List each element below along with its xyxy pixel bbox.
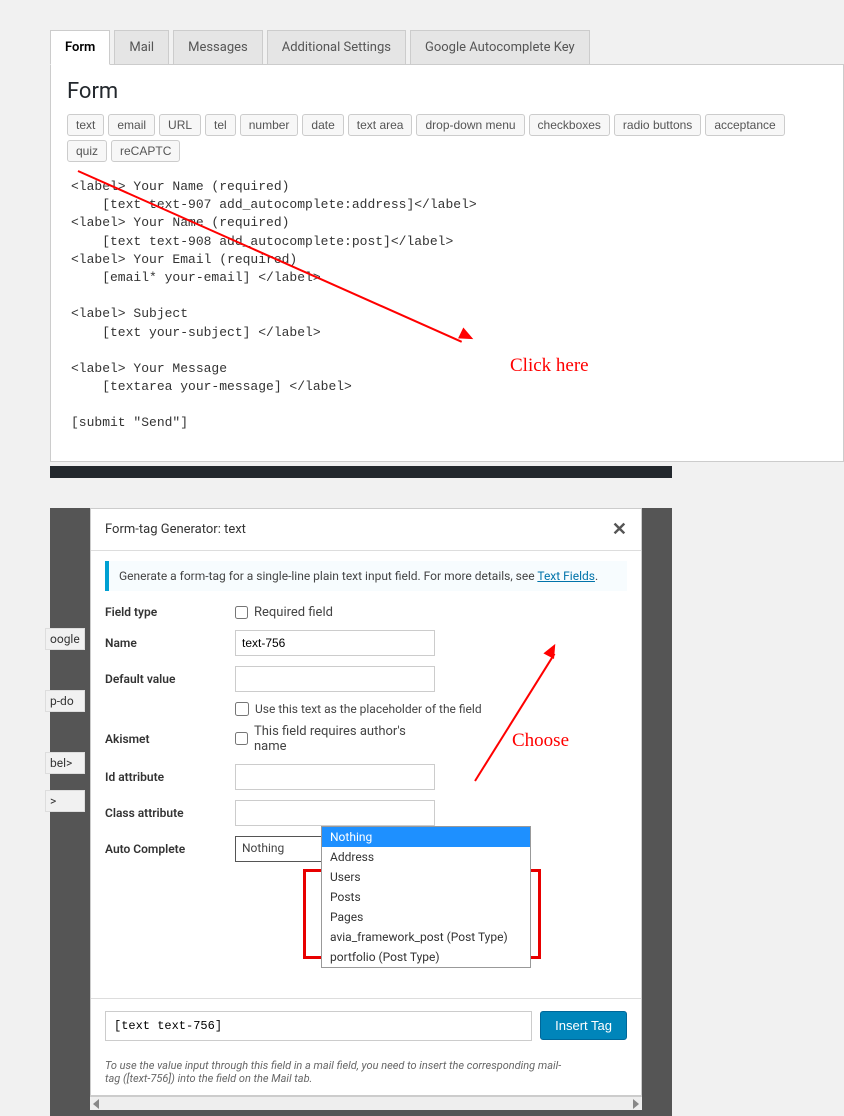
modal-body: Generate a form-tag for a single-line pl… — [91, 561, 641, 878]
panel-title: Form — [67, 79, 827, 104]
dropdown-option-posts[interactable]: Posts — [322, 887, 530, 907]
tab-mail[interactable]: Mail — [114, 30, 169, 64]
form-panel: Form text email URL tel number date text… — [50, 65, 844, 462]
dropdown-option-pages[interactable]: Pages — [322, 907, 530, 927]
placeholder-checkbox[interactable] — [235, 702, 249, 716]
text-fields-link[interactable]: Text Fields — [537, 569, 595, 583]
tag-generator-row: text email URL tel number date text area… — [67, 114, 827, 162]
info-text: Generate a form-tag for a single-line pl… — [119, 569, 537, 583]
form-tag-generator-modal: Form-tag Generator: text ✕ Generate a fo… — [90, 508, 642, 1096]
fragment: > — [45, 790, 85, 812]
id-attr-label: Id attribute — [105, 770, 235, 784]
modal-backdrop: oogle p-do bel> > Form-tag Generator: te… — [50, 508, 672, 1116]
tag-btn-email[interactable]: email — [108, 114, 155, 136]
tag-btn-quiz[interactable]: quiz — [67, 140, 107, 162]
tag-btn-text[interactable]: text — [67, 114, 104, 136]
background-fragments: oogle p-do bel> > — [45, 628, 85, 814]
close-icon[interactable]: ✕ — [612, 519, 627, 540]
modal-header: Form-tag Generator: text ✕ — [91, 509, 641, 551]
tab-google-autocomplete-key[interactable]: Google Autocomplete Key — [410, 30, 590, 64]
dropdown-option-portfolio[interactable]: portfolio (Post Type) — [322, 947, 530, 967]
modal-footer: Insert Tag — [91, 998, 641, 1053]
tag-btn-acceptance[interactable]: acceptance — [705, 114, 784, 136]
akismet-checkbox-label: This field requires author's name — [254, 724, 435, 754]
id-attr-input[interactable] — [235, 764, 435, 790]
default-value-label: Default value — [105, 672, 235, 686]
class-attr-label: Class attribute — [105, 806, 235, 820]
dropdown-option-users[interactable]: Users — [322, 867, 530, 887]
tab-messages[interactable]: Messages — [173, 30, 263, 64]
tab-additional-settings[interactable]: Additional Settings — [267, 30, 406, 64]
footer-hint-line1: To use the value input through this fiel… — [105, 1059, 561, 1072]
generated-tag-input[interactable] — [105, 1011, 532, 1041]
fragment: p-do — [45, 690, 85, 712]
tag-btn-recaptcha[interactable]: reCAPTC — [111, 140, 180, 162]
placeholder-label: Use this text as the placeholder of the … — [255, 702, 482, 716]
fragment: oogle — [45, 628, 85, 650]
default-value-input[interactable] — [235, 666, 435, 692]
modal-title: Form-tag Generator: text — [105, 522, 246, 537]
autocomplete-dropdown: Nothing Address Users Posts Pages avia_f… — [321, 826, 531, 968]
dropdown-option-nothing[interactable]: Nothing — [322, 827, 530, 847]
autocomplete-label: Auto Complete — [105, 842, 235, 856]
dropdown-option-address[interactable]: Address — [322, 847, 530, 867]
info-notice: Generate a form-tag for a single-line pl… — [105, 561, 627, 591]
name-input[interactable] — [235, 630, 435, 656]
horizontal-scrollbar[interactable] — [90, 1096, 642, 1110]
insert-tag-button[interactable]: Insert Tag — [540, 1011, 627, 1040]
tag-btn-checkboxes[interactable]: checkboxes — [529, 114, 610, 136]
annotation-click-here: Click here — [510, 355, 589, 377]
tab-bar: Form Mail Messages Additional Settings G… — [50, 30, 844, 65]
tag-btn-date[interactable]: date — [302, 114, 343, 136]
annotation-choose: Choose — [512, 730, 569, 752]
required-label: Required field — [254, 605, 333, 620]
class-attr-input[interactable] — [235, 800, 435, 826]
field-type-label: Field type — [105, 605, 235, 619]
tag-btn-dropdown[interactable]: drop-down menu — [416, 114, 524, 136]
dropdown-option-avia[interactable]: avia_framework_post (Post Type) — [322, 927, 530, 947]
tab-form[interactable]: Form — [50, 30, 110, 65]
dark-bar — [50, 466, 672, 478]
akismet-checkbox[interactable] — [235, 732, 248, 745]
tag-btn-textarea[interactable]: text area — [348, 114, 413, 136]
autocomplete-selected-value: Nothing — [242, 841, 284, 855]
form-content-editor[interactable]: <label> Your Name (required) [text text-… — [67, 170, 827, 441]
name-label: Name — [105, 636, 235, 650]
footer-hint-line2: tag ([text-756]) into the field on the M… — [105, 1072, 312, 1085]
fragment: bel> — [45, 752, 85, 774]
tag-btn-radio[interactable]: radio buttons — [614, 114, 701, 136]
footer-hint: To use the value input through this fiel… — [91, 1053, 641, 1095]
tag-btn-tel[interactable]: tel — [205, 114, 236, 136]
tag-btn-url[interactable]: URL — [159, 114, 201, 136]
akismet-label: Akismet — [105, 732, 235, 746]
required-checkbox[interactable] — [235, 606, 248, 619]
tag-btn-number[interactable]: number — [240, 114, 299, 136]
